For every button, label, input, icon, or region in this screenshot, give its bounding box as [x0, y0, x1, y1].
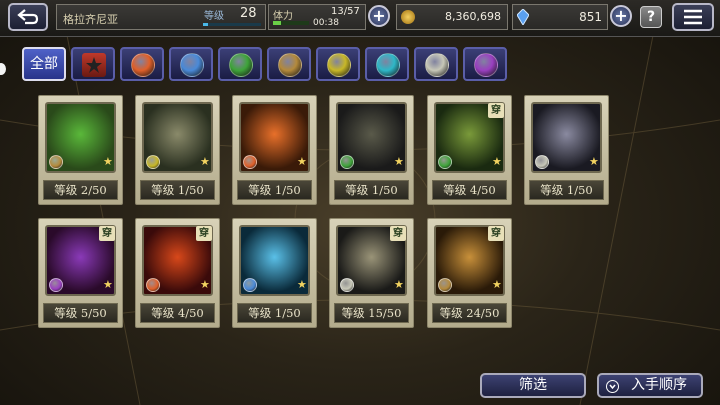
dark-icon: [474, 53, 498, 77]
sort-order-label: 入手顺序: [631, 377, 687, 393]
light-icon: [425, 53, 449, 77]
fire-element-icon: [146, 278, 160, 292]
summon-level: 等级 4/50: [432, 180, 507, 200]
filter-tab-all[interactable]: 全部: [22, 47, 66, 81]
light-element-icon: [535, 155, 549, 169]
add-crystal-button[interactable]: +: [610, 5, 632, 27]
player-info-panel: 格拉齐尼亚 等级 28: [56, 4, 266, 30]
dark-element-icon: [49, 278, 63, 292]
gil-amount: 8,360,698: [445, 10, 501, 23]
top-bar: 格拉齐尼亚 等级 28 体力 13/57 00:38 + 8,360,698 8…: [0, 0, 720, 37]
star-icon: ★: [200, 278, 210, 291]
summon-level: 等级 24/50: [432, 303, 507, 323]
equipped-badge: 穿: [99, 226, 115, 241]
fire-icon: [131, 53, 155, 77]
stamina-timer: 00:38: [313, 18, 339, 28]
summon-card-malboro[interactable]: ★ 穿等级 4/50: [427, 95, 512, 205]
earth-element-icon: [438, 278, 452, 292]
summon-level: 等级 1/50: [140, 180, 215, 200]
menu-button[interactable]: [672, 3, 714, 31]
filter-button[interactable]: 筛选: [480, 373, 586, 398]
summon-card-golem[interactable]: ★ 等级 1/50: [135, 95, 220, 205]
star-icon: ★: [394, 278, 404, 291]
back-button[interactable]: [8, 3, 48, 31]
chevron-down-icon: [606, 380, 619, 393]
summon-level: 等级 2/50: [43, 180, 118, 200]
star-icon: ★: [297, 155, 307, 168]
stamina-value: 13/57: [331, 6, 360, 17]
summon-level: 等级 4/50: [140, 303, 215, 323]
filter-tab-wind[interactable]: [218, 47, 262, 81]
exp-bar: [203, 23, 261, 26]
star-icon: ★: [492, 278, 502, 291]
water-icon: [376, 53, 400, 77]
stamina-panel: 体力 13/57 00:38: [268, 4, 366, 30]
summon-card-iron-giant[interactable]: ★ 穿等级 15/50: [329, 218, 414, 328]
summon-card-ahriman[interactable]: ★ 等级 1/50: [232, 218, 317, 328]
equipped-badge: 穿: [488, 226, 504, 241]
player-level: 28: [240, 6, 257, 21]
hamburger-icon: [684, 9, 702, 25]
filter-tab-ice[interactable]: [169, 47, 213, 81]
sort-order-button[interactable]: 入手顺序: [597, 373, 703, 398]
crystal-icon: [517, 9, 529, 25]
gil-icon: [401, 10, 415, 24]
summon-emblem-icon: [82, 53, 106, 77]
star-icon: ★: [394, 155, 404, 168]
fire-element-icon: [243, 155, 257, 169]
wind-element-icon: [340, 155, 354, 169]
star-icon: ★: [297, 278, 307, 291]
summon-level: 等级 1/50: [237, 180, 312, 200]
side-indicator: [0, 63, 6, 75]
wind-icon: [229, 53, 253, 77]
summon-level: 等级 5/50: [43, 303, 118, 323]
filter-tab-fire[interactable]: [120, 47, 164, 81]
ice-element-icon: [243, 278, 257, 292]
summon-card-ifrit[interactable]: ★ 穿等级 4/50: [135, 218, 220, 328]
crystal-panel: 851: [512, 4, 608, 30]
filter-tab-label: 全部: [30, 56, 58, 72]
star-icon: ★: [589, 155, 599, 168]
stamina-bar: [273, 21, 309, 25]
summon-card-cactuar[interactable]: ★ 等级 2/50: [38, 95, 123, 205]
star-icon: ★: [103, 278, 113, 291]
summon-card-bomb[interactable]: ★ 等级 1/50: [232, 95, 317, 205]
equipped-badge: 穿: [488, 103, 504, 118]
stamina-label: 体力: [273, 11, 293, 22]
summon-card-clockwork-golem[interactable]: ★ 穿等级 24/50: [427, 218, 512, 328]
filter-tab-water[interactable]: [365, 47, 409, 81]
equipped-badge: 穿: [196, 226, 212, 241]
equipped-badge: 穿: [390, 226, 406, 241]
level-label: 等级: [204, 11, 224, 22]
light-element-icon: [340, 278, 354, 292]
star-icon: ★: [200, 155, 210, 168]
earth-element-icon: [49, 155, 63, 169]
gil-panel: 8,360,698: [396, 4, 508, 30]
summon-level: 等级 15/50: [334, 303, 409, 323]
add-stamina-button[interactable]: +: [368, 5, 390, 27]
summon-level: 等级 1/50: [237, 303, 312, 323]
summon-level: 等级 1/50: [529, 180, 604, 200]
filter-tab-earth[interactable]: [267, 47, 311, 81]
star-icon: ★: [103, 155, 113, 168]
summon-card-tortoise[interactable]: ★ 等级 1/50: [524, 95, 609, 205]
ice-icon: [180, 53, 204, 77]
summon-level: 等级 1/50: [334, 180, 409, 200]
crystal-amount: 851: [579, 10, 602, 24]
thunder-icon: [327, 53, 351, 77]
summon-card-behemoth[interactable]: ★ 穿等级 5/50: [38, 218, 123, 328]
earth-icon: [278, 53, 302, 77]
thunder-element-icon: [146, 155, 160, 169]
filter-tab-dark[interactable]: [463, 47, 507, 81]
back-arrow-icon: [17, 9, 39, 25]
help-button[interactable]: ?: [640, 6, 662, 28]
player-name: 格拉齐尼亚: [63, 13, 118, 26]
filter-tab-thunder[interactable]: [316, 47, 360, 81]
filter-tab-summon-emblem[interactable]: [71, 47, 115, 81]
filter-tab-light[interactable]: [414, 47, 458, 81]
star-icon: ★: [492, 155, 502, 168]
wind-element-icon: [438, 155, 452, 169]
summon-card-zu[interactable]: ★ 等级 1/50: [329, 95, 414, 205]
